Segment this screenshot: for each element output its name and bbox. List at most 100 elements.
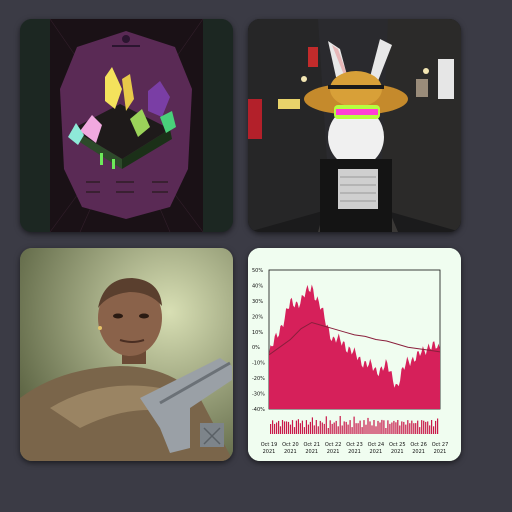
volume-bar [279, 426, 282, 434]
y-tick-label: 10% [252, 330, 263, 336]
y-tick-label: 40% [252, 283, 263, 289]
volume-bar [317, 426, 319, 434]
x-tick-label: Oct 20 [282, 442, 299, 448]
volume-bar [337, 426, 339, 434]
soldier-portrait-thumbnail[interactable] [20, 248, 233, 461]
volume-bar [297, 419, 299, 434]
volume-bar [327, 428, 329, 434]
crystal-artwork-image [20, 19, 233, 232]
y-tick-label: -20% [252, 376, 265, 382]
volume-bar [301, 420, 303, 434]
x-tick-label: 2021 [391, 449, 404, 455]
volume-bar [313, 425, 315, 434]
volume-bar [383, 420, 385, 434]
rabbit-alley-image [248, 19, 461, 232]
volume-bar [399, 425, 401, 434]
volume-bar [431, 420, 433, 434]
volume-bar [341, 425, 343, 434]
volume-bar [295, 420, 297, 434]
x-tick-label: 2021 [284, 449, 297, 455]
volume-bar [415, 423, 417, 434]
volume-bar [311, 417, 313, 434]
volume-bar [405, 424, 407, 434]
volume-bar [389, 423, 391, 434]
x-tick-label: Oct 19 [261, 442, 278, 448]
y-tick-label: -10% [252, 361, 265, 367]
volume-bar [274, 423, 276, 434]
x-tick-label: Oct 23 [346, 442, 363, 448]
volume-bar [299, 423, 301, 434]
volume-bar [413, 423, 415, 434]
x-tick-label: 2021 [263, 449, 276, 455]
x-tick-label: 2021 [348, 449, 361, 455]
volume-bar [365, 424, 367, 434]
volume-bar [276, 422, 278, 434]
x-tick-label: 2021 [327, 449, 340, 455]
volume-bar [339, 416, 341, 434]
x-tick-label: Oct 27 [432, 442, 449, 448]
volume-bar [377, 420, 379, 434]
crystal-artwork-thumbnail[interactable] [20, 19, 233, 232]
x-tick-label: Oct 24 [368, 442, 385, 448]
volume-bar [353, 416, 355, 434]
volume-bar [287, 421, 290, 434]
volume-bar [387, 420, 389, 434]
volume-bar [397, 420, 399, 434]
price-chart-thumbnail[interactable]: 50% 40% 30% 20% 10% 0% -10% -20% -30% -40% Oct 19… [248, 248, 461, 461]
volume-bar [289, 424, 292, 434]
volume-bar [278, 420, 280, 434]
volume-bar [421, 420, 423, 434]
volume-bar [427, 421, 429, 434]
volume-bar [401, 421, 403, 434]
y-tick-label: 30% [252, 299, 263, 305]
volume-bar [391, 422, 393, 434]
x-tick-label: 2021 [434, 449, 447, 455]
volume-bar [305, 420, 307, 434]
x-tick-label: 2021 [412, 449, 425, 455]
volume-bar [385, 428, 387, 434]
volume-bar [393, 420, 395, 434]
y-tick-label: -30% [252, 392, 265, 398]
price-chart: 50% 40% 30% 20% 10% 0% -10% -20% -30% -40% Oct 19… [248, 248, 461, 461]
volume-bar [417, 420, 419, 434]
volume-bar [283, 421, 286, 434]
x-tick-label: 2021 [305, 449, 318, 455]
volume-bar [359, 420, 361, 434]
volume-bar [435, 420, 437, 434]
volume-bar [291, 420, 294, 434]
volume-bar [351, 427, 353, 434]
volume-bar [333, 422, 335, 434]
volume-bar [409, 423, 411, 434]
volume-bar [407, 420, 409, 434]
volume-bar [303, 427, 305, 434]
y-tick-label: -40% [252, 407, 265, 413]
volume-bar [319, 420, 321, 434]
volume-bar [411, 420, 413, 434]
x-tick-label: Oct 22 [325, 442, 342, 448]
volume-bar [270, 424, 272, 434]
volume-bar [395, 422, 397, 434]
volume-bar [335, 420, 337, 434]
volume-bar [315, 420, 317, 434]
volume-bar [281, 420, 284, 434]
volume-bar [425, 421, 427, 434]
volume-bar [403, 421, 405, 434]
y-tick-label: 50% [252, 268, 263, 274]
volume-bar [437, 418, 439, 434]
volume-bar [361, 427, 363, 434]
volume-bar [325, 416, 327, 434]
volume-bar [309, 421, 311, 434]
volume-bar [379, 422, 381, 434]
volume-bar [419, 427, 421, 434]
volume-bar [375, 426, 377, 434]
volume-bar [347, 424, 349, 434]
x-tick-label: Oct 25 [389, 442, 406, 448]
volume-bar [285, 421, 288, 434]
y-tick-label: 0% [252, 345, 260, 351]
x-tick-label: 2021 [370, 449, 383, 455]
volume-bar [329, 420, 331, 434]
rabbit-alley-thumbnail[interactable] [248, 19, 461, 232]
volume-bar [357, 423, 359, 434]
volume-bar [355, 423, 357, 434]
volume-bar [323, 423, 325, 434]
